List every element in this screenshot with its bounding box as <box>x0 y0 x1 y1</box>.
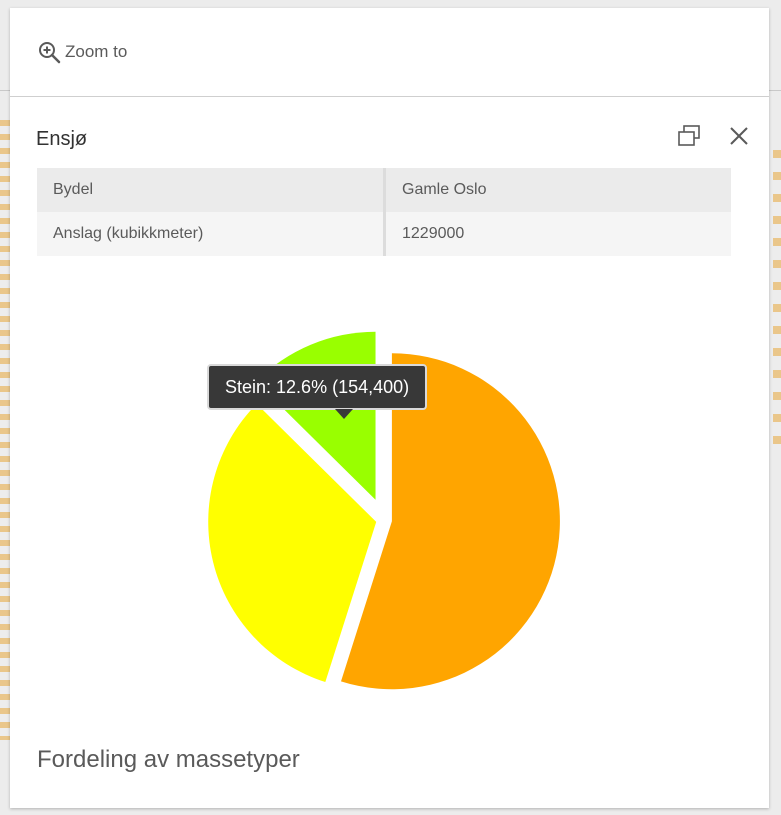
attribute-table: Bydel Gamle Oslo Anslag (kubikkmeter) 12… <box>37 168 731 256</box>
table-row: Bydel Gamle Oslo <box>37 168 731 212</box>
attribute-value: Gamle Oslo <box>384 168 731 212</box>
tooltip-arrow <box>335 409 353 419</box>
close-icon <box>730 127 748 145</box>
zoom-in-icon <box>39 42 61 64</box>
zoom-to-label: Zoom to <box>65 42 128 61</box>
popup-header: Ensjø <box>10 97 769 163</box>
zoom-to-button[interactable]: Zoom to <box>37 40 127 64</box>
attribute-key: Bydel <box>37 168 386 212</box>
pie-chart-svg <box>208 331 560 690</box>
popup-title: Ensjø <box>36 128 88 150</box>
attribute-value: 1229000 <box>384 212 731 256</box>
chart-tooltip: Stein: 12.6% (154,400) <box>207 364 428 410</box>
close-button[interactable] <box>724 121 754 151</box>
chart-caption: Fordeling av massetyper <box>37 746 300 773</box>
dock-icon <box>678 125 700 146</box>
popup-action-bar: Zoom to <box>10 8 769 97</box>
pie-chart <box>0 300 759 720</box>
map-features-right <box>773 150 781 450</box>
attribute-key: Anslag (kubikkmeter) <box>37 212 386 256</box>
table-row: Anslag (kubikkmeter) 1229000 <box>37 212 731 256</box>
dock-button[interactable] <box>676 123 702 149</box>
